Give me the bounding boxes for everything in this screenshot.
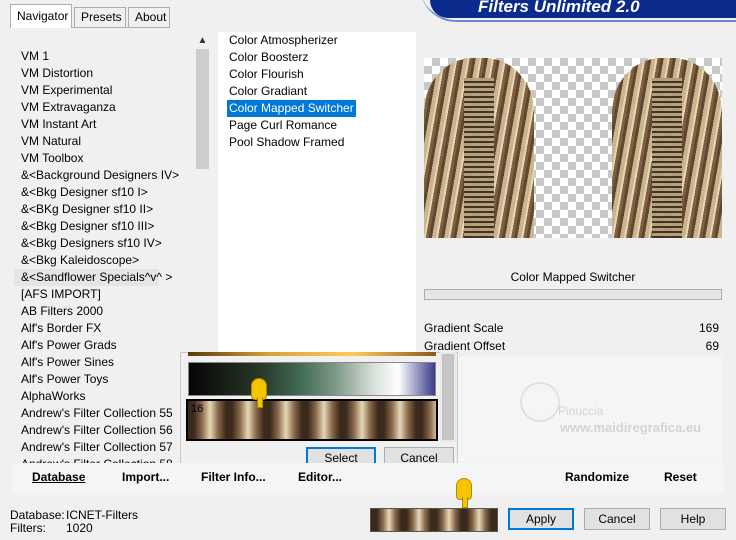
tab-presets[interactable]: Presets [74, 7, 126, 27]
selected-filter-name: Color Mapped Switcher [424, 266, 722, 288]
status-database-value: ICNET-Filters [66, 508, 138, 522]
tab-navigator[interactable]: Navigator [10, 4, 72, 28]
pointer-hand-icon [456, 478, 472, 508]
category-item[interactable]: VM Experimental [14, 82, 194, 99]
category-item[interactable]: VM Natural [14, 133, 194, 150]
filter-item[interactable]: Color Flourish [218, 66, 416, 83]
category-item[interactable]: Andrew's Filter Collection 55 [14, 405, 194, 422]
database-button[interactable]: Database [32, 470, 85, 484]
app-title: Filters Unlimited 2.0 [478, 0, 640, 16]
filter-item[interactable]: Color Gradiant [218, 83, 416, 100]
gradient-swatch-selected[interactable] [186, 399, 438, 441]
randomize-button[interactable]: Randomize [565, 470, 629, 484]
pointer-hand-icon [251, 378, 267, 408]
category-item[interactable]: &<Bkg Designer sf10 I> [14, 184, 194, 201]
category-item[interactable]: &<Bkg Kaleidoscope> [14, 252, 194, 269]
apply-button[interactable]: Apply [508, 508, 574, 530]
param-slider-track[interactable] [424, 289, 722, 300]
filter-info-button[interactable]: Filter Info... [201, 470, 266, 484]
tab-about[interactable]: About [128, 7, 170, 27]
status-filters-value: 1020 [66, 521, 93, 535]
category-item[interactable]: VM Extravaganza [14, 99, 194, 116]
category-item-selected[interactable]: &<Sandflower Specials^v^ > [14, 269, 172, 286]
status-filters-label: Filters: [10, 521, 46, 535]
help-button[interactable]: Help [660, 508, 726, 530]
category-item[interactable]: VM 1 [14, 48, 194, 65]
category-item[interactable]: Alf's Power Sines [14, 354, 194, 371]
gradient-selector-button[interactable] [370, 508, 498, 532]
scroll-thumb[interactable] [196, 49, 209, 169]
preview-shape-right [612, 58, 722, 238]
category-item[interactable]: AlphaWorks [14, 388, 194, 405]
filter-item-selected[interactable]: Color Mapped Switcher [227, 100, 356, 117]
gradient-swatch-green[interactable] [188, 362, 436, 396]
import-button[interactable]: Import... [122, 470, 169, 484]
category-item[interactable]: AB Filters 2000 [14, 303, 194, 320]
param-row-gradient-offset[interactable]: Gradient Offset 69 [424, 338, 722, 355]
status-filters: Filters: 1020 [10, 521, 93, 535]
param-value: 69 [705, 339, 719, 353]
filter-item[interactable]: Color Atmospherizer [218, 32, 416, 49]
filter-item[interactable]: Color Boosterz [218, 49, 416, 66]
watermark-logo-icon [520, 382, 560, 422]
category-item[interactable]: [AFS IMPORT] [14, 286, 194, 303]
filter-preview [424, 58, 722, 238]
cancel-button[interactable]: Cancel [584, 508, 650, 530]
editor-button[interactable]: Editor... [298, 470, 342, 484]
param-label: Gradient Scale [424, 321, 504, 335]
reset-button[interactable]: Reset [664, 470, 697, 484]
gradient-swatch-top[interactable] [188, 352, 436, 356]
status-database: Database: ICNET-Filters [10, 508, 138, 522]
category-item[interactable]: Alf's Power Grads [14, 337, 194, 354]
category-item[interactable]: VM Toolbox [14, 150, 194, 167]
category-item[interactable]: Andrew's Filter Collection 57 [14, 439, 194, 456]
watermark-text: Pinuccia [558, 404, 604, 418]
category-item[interactable]: &<BKg Designer sf10 II> [14, 201, 194, 218]
watermark-url: www.maidiregrafica.eu [560, 420, 702, 435]
category-list: VM 1 VM Distortion VM Experimental VM Ex… [14, 48, 194, 466]
category-item[interactable]: &<Background Designers IV> [14, 167, 194, 184]
category-item[interactable]: &<Bkg Designers sf10 IV> [14, 235, 194, 252]
preview-shape-left [424, 58, 534, 238]
param-value: 169 [698, 321, 719, 335]
gradient-number: 16 [191, 403, 204, 415]
param-row-gradient-scale[interactable]: Gradient Scale 169 [424, 320, 722, 337]
filter-item[interactable]: Page Curl Romance [218, 117, 416, 134]
category-item[interactable]: &<Bkg Designer sf10 III> [14, 218, 194, 235]
scroll-up-icon[interactable]: ▲ [194, 34, 211, 48]
param-label: Gradient Offset [424, 339, 506, 353]
category-item[interactable]: Andrew's Filter Collection 56 [14, 422, 194, 439]
gradient-scrollbar[interactable] [440, 352, 456, 442]
category-item[interactable]: VM Distortion [14, 65, 194, 82]
filter-item[interactable]: Pool Shadow Framed [218, 134, 416, 151]
category-item[interactable]: Alf's Power Toys [14, 371, 194, 388]
scroll-thumb[interactable] [442, 354, 454, 440]
category-item[interactable]: Alf's Border FX [14, 320, 194, 337]
category-item[interactable]: VM Instant Art [14, 116, 194, 133]
status-database-label: Database: [10, 508, 65, 522]
app-banner: Filters Unlimited 2.0 [430, 0, 736, 18]
